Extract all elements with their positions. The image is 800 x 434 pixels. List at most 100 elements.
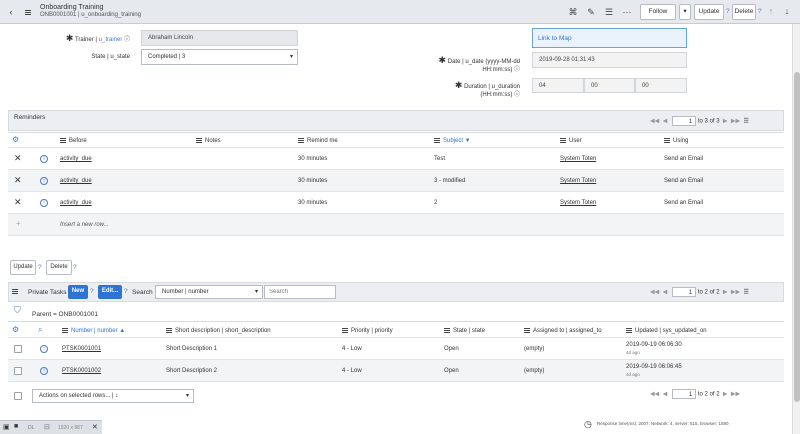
- date-label: ✱ Date | u_date (yyyy-MM-dd HH:mm:ss) ⓘ: [438, 55, 520, 74]
- follow-button[interactable]: Follow: [640, 4, 676, 20]
- prev-page-icon[interactable]: ◀: [663, 392, 668, 398]
- search-field-select[interactable]: Number | number ▾: [155, 285, 263, 299]
- col-assigned-to[interactable]: Assigned to | assigned_to: [524, 327, 602, 335]
- delete-row-icon[interactable]: ✕: [14, 154, 22, 163]
- prev-page-icon[interactable]: ◀: [663, 290, 668, 296]
- dock-square-icon[interactable]: ■: [14, 423, 18, 430]
- tasks-column-header: ⚙ ⌕ Number | number ▲ Short description …: [8, 321, 784, 338]
- table-row: ✕ i activity_due 30 minutes 2 System Tot…: [8, 192, 784, 214]
- dev-dock: ▣ ■ DL ⊟ 1920 x 987 ✕: [0, 420, 102, 434]
- back-icon[interactable]: ‹: [6, 6, 16, 18]
- duration-minutes[interactable]: 00: [584, 78, 635, 93]
- page-input[interactable]: 1: [672, 116, 697, 126]
- follow-dropdown-button[interactable]: ▾: [679, 4, 691, 20]
- list-menu-icon[interactable]: [12, 288, 21, 295]
- col-user[interactable]: User: [560, 137, 582, 145]
- personalize-gear-icon[interactable]: ⚙: [12, 326, 19, 334]
- insert-row-text[interactable]: Insert a new row...: [60, 221, 109, 229]
- col-short-description[interactable]: Short description | short_description: [166, 327, 271, 335]
- last-page-icon[interactable]: ▶▶: [731, 119, 740, 125]
- reminders-pager: ◀◀ ◀ 1 to 3 of 3 ▶ ▶▶ ☰: [650, 116, 749, 127]
- trainer-field[interactable]: Abraham Lincoln: [141, 30, 298, 46]
- table-row: i PTSK0001001 Short Description 1 4 - Lo…: [8, 338, 784, 360]
- col-priority[interactable]: Priority | priority: [342, 327, 393, 335]
- delete-help: ?: [758, 8, 762, 15]
- response-time-icon[interactable]: ◷: [584, 419, 592, 430]
- search-input[interactable]: [264, 285, 336, 299]
- mandatory-icon: ✱: [65, 33, 74, 43]
- edit-help: ?: [124, 288, 128, 295]
- page-input[interactable]: 1: [672, 389, 697, 399]
- dock-close-icon[interactable]: ✕: [92, 423, 98, 431]
- actions-select[interactable]: Actions on selected rows... | ↕ ▾: [32, 389, 194, 403]
- col-remind-me[interactable]: Remind me: [298, 137, 338, 145]
- plus-icon: +: [16, 219, 21, 228]
- duration-hours[interactable]: 04: [532, 78, 584, 93]
- next-record-icon[interactable]: ↓: [782, 5, 792, 17]
- search-label: Search: [132, 289, 153, 296]
- date-field[interactable]: 2019-09-28 01:31:43: [532, 52, 687, 68]
- reminders-column-header: ⚙ Before Notes Remind me Subject ▼ User …: [8, 132, 784, 148]
- dock-layout-icon[interactable]: ▣: [3, 423, 10, 431]
- first-page-icon[interactable]: ◀◀: [650, 119, 659, 125]
- scrollbar-thumb[interactable]: [794, 72, 800, 402]
- new-button[interactable]: New: [68, 285, 88, 299]
- reminders-delete-button[interactable]: Delete: [46, 260, 72, 275]
- response-time: Response time(ms): 2007, Network: 4, ser…: [597, 421, 729, 426]
- col-number[interactable]: Number | number ▲: [62, 327, 125, 335]
- first-page-icon[interactable]: ◀◀: [650, 290, 659, 296]
- list-menu-icon[interactable]: ☰: [743, 290, 748, 296]
- last-page-icon[interactable]: ▶▶: [731, 290, 740, 296]
- last-page-icon[interactable]: ▶▶: [731, 392, 740, 398]
- col-before[interactable]: Before: [60, 137, 87, 145]
- select-all-checkbox[interactable]: [14, 392, 22, 400]
- info-icon[interactable]: i: [40, 345, 48, 353]
- delete-button[interactable]: Delete: [732, 4, 756, 20]
- page-scrollbar[interactable]: [792, 24, 800, 434]
- insert-row[interactable]: + Insert a new row...: [8, 214, 784, 236]
- row-checkbox[interactable]: [14, 345, 22, 353]
- hamburger-menu-icon[interactable]: [24, 6, 34, 18]
- col-updated[interactable]: Updated | sys_updated_on: [626, 327, 707, 335]
- col-using[interactable]: Using: [664, 137, 688, 145]
- state-label: State | u_state: [91, 54, 130, 60]
- delete-row-icon[interactable]: ✕: [14, 198, 22, 207]
- record-subtitle: ONB0001001 | u_onboarding_training: [40, 12, 141, 18]
- edit-button[interactable]: Edit...: [98, 285, 122, 299]
- next-page-icon[interactable]: ▶: [723, 119, 728, 125]
- row-checkbox[interactable]: [14, 367, 22, 375]
- breadcrumb[interactable]: Parent = ONB0001001: [32, 311, 98, 318]
- tasks-pager: ◀◀ ◀ 1 to 2 of 2 ▶ ▶▶ ☰: [650, 287, 749, 298]
- more-options-icon[interactable]: ⋯: [622, 6, 632, 18]
- link-to-map[interactable]: Link to Map: [538, 35, 572, 42]
- settings-sliders-icon[interactable]: ☰: [604, 6, 614, 18]
- reminders-update-help: ?: [38, 264, 42, 271]
- page-input[interactable]: 1: [672, 287, 697, 297]
- duration-seconds[interactable]: 00: [635, 78, 687, 93]
- activity-icon[interactable]: ✎: [586, 6, 596, 18]
- info-icon[interactable]: i: [40, 199, 48, 207]
- table-row: ✕ i activity_due 30 minutes Test System …: [8, 148, 784, 170]
- dock-label: DL: [28, 425, 35, 431]
- dock-screen-icon[interactable]: ⊟: [44, 423, 50, 431]
- personalize-gear-icon[interactable]: ⚙: [12, 136, 19, 144]
- state-select[interactable]: Completed | 3 ▾: [141, 49, 298, 65]
- prev-page-icon[interactable]: ◀: [663, 119, 668, 125]
- delete-row-icon[interactable]: ✕: [14, 176, 22, 185]
- info-icon[interactable]: i: [40, 177, 48, 185]
- info-icon[interactable]: i: [40, 155, 48, 163]
- first-page-icon[interactable]: ◀◀: [650, 392, 659, 398]
- next-page-icon[interactable]: ▶: [723, 392, 728, 398]
- filter-icon[interactable]: ⛉: [14, 305, 21, 316]
- attachment-icon[interactable]: ⌘: [568, 6, 578, 18]
- update-button[interactable]: Update: [694, 4, 724, 20]
- col-subject[interactable]: Subject ▼: [434, 137, 471, 145]
- col-notes[interactable]: Notes: [196, 137, 221, 145]
- col-state[interactable]: State | state: [444, 327, 485, 335]
- search-icon[interactable]: ⌕: [38, 326, 42, 334]
- info-icon[interactable]: i: [40, 367, 48, 375]
- next-page-icon[interactable]: ▶: [723, 290, 728, 296]
- list-menu-icon[interactable]: ☰: [743, 119, 748, 125]
- reminders-update-button[interactable]: Update: [10, 260, 36, 275]
- previous-record-icon[interactable]: ↑: [766, 5, 776, 17]
